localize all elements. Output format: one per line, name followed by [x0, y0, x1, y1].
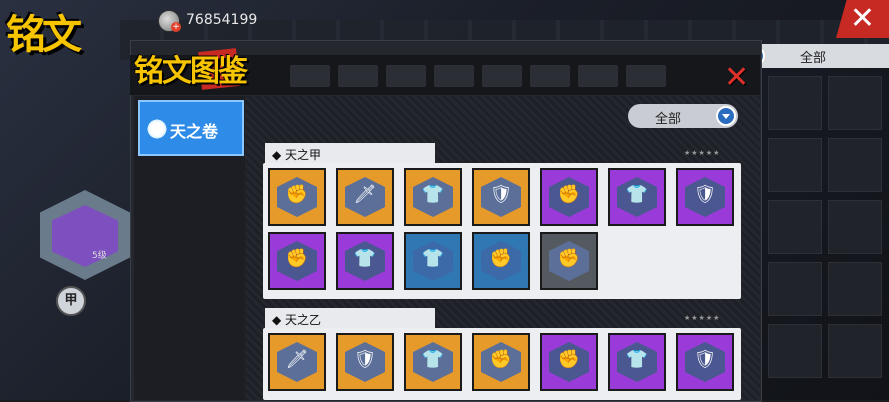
shirt-icon: 👕	[625, 349, 649, 370]
shirt-icon: 👕	[421, 184, 445, 205]
fist-icon: ✊	[489, 349, 513, 370]
inscription-slot[interactable]: 🛡	[676, 168, 734, 226]
tab-label: 天之卷	[170, 122, 219, 141]
shield-icon: 🛡	[489, 184, 513, 205]
section-label: ◆ 天之甲	[272, 148, 322, 162]
filter-label: 全部	[655, 112, 682, 127]
panel-title: 铭文图鉴	[134, 54, 248, 89]
background-cell	[828, 76, 882, 130]
shield-icon: 🛡	[693, 349, 717, 370]
section-stars: ★★★★★	[684, 314, 721, 322]
header-slot	[434, 65, 474, 87]
inscription-slot[interactable]: 🛡	[472, 168, 530, 226]
badge-level: 5级	[92, 251, 107, 261]
background-filter-label: 全部	[800, 51, 827, 66]
inscription-slot[interactable]: 👕	[404, 168, 462, 226]
inscription-slot[interactable]: ✊	[540, 168, 598, 226]
section-stars: ★★★★★	[684, 149, 721, 157]
header-slot	[626, 65, 666, 87]
knife-icon: 🗡	[353, 184, 377, 205]
background-cell	[768, 200, 822, 254]
header-slot	[578, 65, 618, 87]
inscription-slot[interactable]: 🗡	[268, 333, 326, 391]
inscription-slot[interactable]: ✊	[472, 232, 530, 290]
inscription-slot[interactable]: ✊	[540, 232, 598, 290]
header-slot	[338, 65, 378, 87]
inscription-slot[interactable]: 🛡	[336, 333, 394, 391]
background-cell	[828, 138, 882, 192]
inscription-slot[interactable]: 👕	[336, 232, 394, 290]
background-cell	[768, 76, 822, 130]
background-cell	[828, 200, 882, 254]
inscription-slot[interactable]: ✊	[268, 168, 326, 226]
header-slot	[386, 65, 426, 87]
currency-value: 76854199	[186, 12, 258, 28]
shirt-icon: 👕	[421, 248, 445, 269]
close-icon[interactable]: ✕	[724, 60, 749, 95]
inscription-slot[interactable]: 🗡	[336, 168, 394, 226]
inscription-slot[interactable]: 👕	[608, 168, 666, 226]
inscription-slot[interactable]: ✊	[540, 333, 598, 391]
inscription-slot[interactable]: ✊	[268, 232, 326, 290]
background-cell	[768, 324, 822, 378]
background-cell	[768, 138, 822, 192]
shield-icon: 🛡	[693, 184, 717, 205]
inscription-slot[interactable]: 🛡	[676, 333, 734, 391]
header-slot	[482, 65, 522, 87]
inscription-slot[interactable]: 👕	[404, 232, 462, 290]
fist-icon: ✊	[557, 184, 581, 205]
fist-icon: ✊	[285, 248, 309, 269]
background-cell	[828, 324, 882, 378]
knife-icon: 🗡	[285, 349, 309, 370]
shield-icon: 🛡	[353, 349, 377, 370]
fist-icon: ✊	[489, 248, 513, 269]
fist-icon: ✊	[285, 184, 309, 205]
badge-char: 甲	[56, 286, 86, 316]
header-slot	[290, 65, 330, 87]
shirt-icon: 👕	[421, 349, 445, 370]
chevron-down-icon[interactable]	[716, 106, 736, 126]
fist-icon: ✊	[557, 349, 581, 370]
inscription-slot[interactable]: ✊	[472, 333, 530, 391]
background-cell	[768, 262, 822, 316]
add-coin-icon[interactable]: +	[171, 22, 181, 32]
sun-icon	[146, 118, 168, 140]
section-label: ◆ 天之乙	[272, 313, 322, 327]
inscription-slot[interactable]: 👕	[404, 333, 462, 391]
shirt-icon: 👕	[625, 184, 649, 205]
fist-icon: ✊	[557, 248, 581, 269]
inscription-slot[interactable]: 👕	[608, 333, 666, 391]
background-cell	[828, 262, 882, 316]
shirt-icon: 👕	[353, 248, 377, 269]
screen-title: 铭文	[6, 12, 82, 58]
header-slot	[530, 65, 570, 87]
